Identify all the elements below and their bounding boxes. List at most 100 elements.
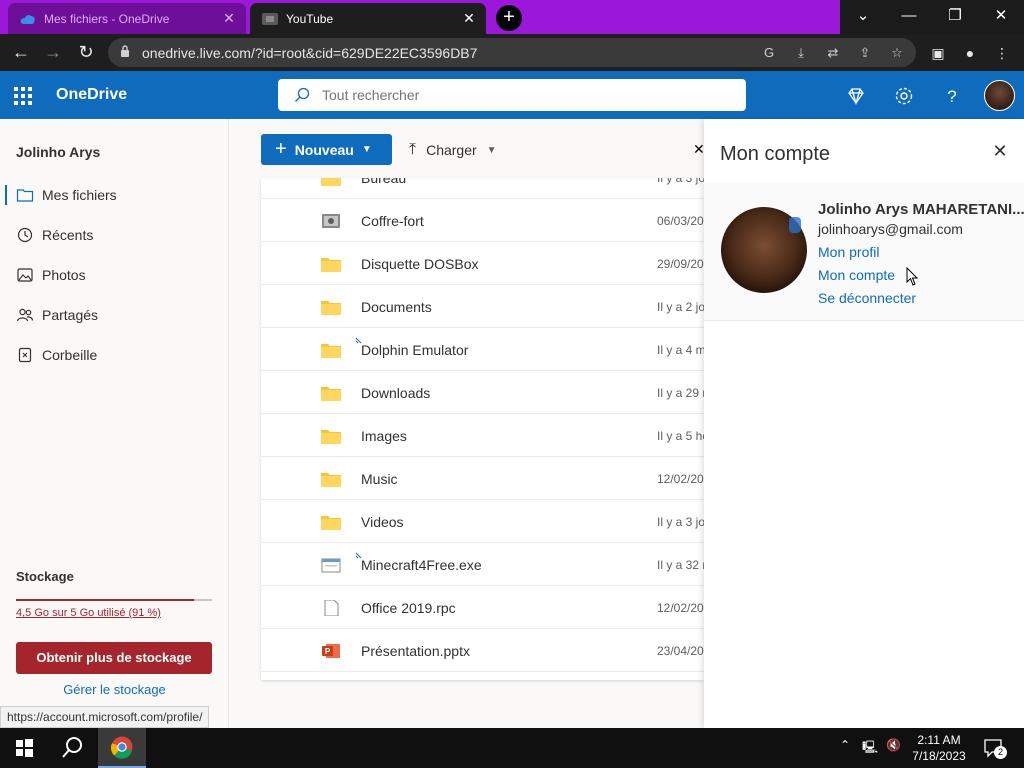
file-name[interactable]: Minecraft4Free.exe — [361, 557, 482, 573]
vault-icon — [322, 214, 340, 228]
chevron-down-icon: ▼ — [361, 144, 372, 155]
file-name[interactable]: Dolphin Emulator — [361, 342, 468, 358]
close-tab-icon[interactable]: ✕ — [218, 10, 240, 27]
install-app-icon[interactable]: ⤓ — [792, 44, 810, 62]
google-lens-icon[interactable]: G — [760, 44, 778, 62]
file-row[interactable]: Office 2019.rpc 12/02/20 — [261, 586, 704, 629]
file-name[interactable]: Images — [361, 428, 407, 444]
chevron-down-icon: ▼ — [486, 144, 497, 156]
file-name[interactable]: Downloads — [361, 385, 430, 401]
file-row[interactable]: Videos Il y a 3 jo — [261, 500, 704, 543]
nav-item-label: Photos — [42, 267, 86, 283]
more-menu-icon[interactable]: ⋮ — [992, 43, 1012, 63]
file-modified: 06/03/20 — [657, 214, 704, 228]
storage-usage-link[interactable]: 4,5 Go sur 5 Go utilisé (91 %) — [16, 607, 161, 619]
file-name[interactable]: Videos — [361, 514, 404, 530]
search-input[interactable] — [322, 85, 722, 105]
my-profile-link[interactable]: Mon profil — [818, 244, 879, 260]
tab-title: Mes fichiers - OneDrive — [44, 11, 170, 26]
application-icon — [321, 558, 341, 573]
nav-item-my-files[interactable]: Mes fichiers — [0, 175, 229, 215]
forward-icon[interactable]: → — [40, 40, 66, 66]
file-name[interactable]: Music — [361, 471, 398, 487]
close-window-button[interactable]: ✕ — [978, 0, 1024, 34]
address-bar[interactable]: onedrive.live.com/?id=root&cid=629DE22EC… — [108, 38, 916, 67]
search-icon — [295, 87, 310, 102]
nav-item-label: Partagés — [42, 307, 99, 323]
command-bar: + Nouveau ▼ ⤒ Charger ▼ ✕ — [229, 119, 705, 178]
people-icon — [16, 308, 34, 322]
nav-item-shared[interactable]: Partagés — [0, 295, 229, 335]
nav-item-recycle-bin[interactable]: Corbeille — [0, 335, 229, 375]
close-tab-icon[interactable]: ✕ — [458, 10, 480, 27]
file-name[interactable]: Présentation.pptx — [361, 643, 470, 659]
file-row[interactable]: P Présentation.pptx 23/04/20 — [261, 629, 704, 672]
folder-icon — [321, 387, 341, 401]
taskbar-clock[interactable]: 2:11 AM 7/18/2023 — [906, 732, 972, 764]
notifications-icon[interactable]: 2 — [982, 736, 1007, 760]
side-panel-icon[interactable]: ▣ — [928, 43, 948, 63]
volume-muted-icon[interactable]: 🔇 — [886, 738, 901, 752]
new-button[interactable]: + Nouveau ▼ — [261, 134, 392, 165]
my-account-link[interactable]: Mon compte — [818, 267, 895, 283]
file-row[interactable]: Music 12/02/20 — [261, 457, 704, 500]
upload-icon: ⤒ — [409, 141, 417, 158]
network-icon[interactable]: 🖳 — [862, 738, 878, 759]
browser-toolbar: ← → ↻ onedrive.live.com/?id=root&cid=629… — [0, 34, 1024, 71]
file-row[interactable]: Dolphin Emulator Il y a 4 m — [261, 328, 704, 371]
file-row[interactable]: Coffre-fort 06/03/20 — [261, 199, 704, 242]
back-icon[interactable]: ← — [8, 40, 34, 66]
share-icon[interactable]: ⇪ — [856, 44, 874, 62]
translate-icon[interactable]: ⇄ — [824, 44, 842, 62]
file-name[interactable]: Coffre-fort — [361, 213, 424, 229]
file-name[interactable]: Disquette DOSBox — [361, 256, 479, 272]
svg-text:?: ? — [947, 87, 956, 106]
bookmark-star-icon[interactable]: ☆ — [888, 44, 906, 62]
file-modified: Il y a 2 jo — [657, 300, 704, 314]
upload-button[interactable]: ⤒ Charger ▼ — [409, 137, 497, 163]
folder-icon — [321, 178, 341, 186]
browser-tab-onedrive[interactable]: Mes fichiers - OneDrive ✕ — [8, 3, 246, 34]
help-icon[interactable]: ? — [941, 85, 963, 107]
file-row[interactable]: Disquette DOSBox 29/09/20 — [261, 242, 704, 285]
minimize-button[interactable]: — — [886, 0, 932, 34]
file-name[interactable]: Office 2019.rpc — [361, 600, 456, 616]
settings-gear-icon[interactable] — [893, 85, 915, 107]
tab-search-icon[interactable]: ⌄ — [840, 0, 886, 34]
file-name[interactable]: Bureau — [361, 178, 406, 186]
file-row[interactable]: Bureau Il y a 3 jo — [261, 178, 704, 199]
taskbar-search-icon[interactable] — [48, 728, 96, 768]
file-row[interactable]: Downloads Il y a 29 r — [261, 371, 704, 414]
close-icon[interactable]: ✕ — [990, 141, 1010, 161]
app-name[interactable]: OneDrive — [56, 86, 127, 104]
sign-out-link[interactable]: Se déconnecter — [818, 290, 916, 306]
file-row[interactable]: Documents Il y a 2 jo — [261, 285, 704, 328]
windows-start-icon[interactable] — [0, 728, 48, 768]
chrome-app-icon[interactable] — [98, 728, 146, 768]
file-row[interactable]: Minecraft4Free.exe Il y a 32 r — [261, 543, 704, 586]
get-more-storage-button[interactable]: Obtenir plus de stockage — [16, 642, 212, 674]
nav-item-photos[interactable]: Photos — [0, 255, 229, 295]
manage-storage-link[interactable]: Gérer le stockage — [0, 682, 229, 697]
account-card: Jolinho Arys MAHARETANI... jolinhoarys@g… — [704, 183, 1024, 321]
browser-tab-strip: Mes fichiers - OneDrive ✕ YouTube ✕ + ⌄ … — [0, 0, 1024, 34]
app-launcher-icon[interactable] — [14, 87, 32, 105]
browser-tab-youtube[interactable]: YouTube ✕ — [250, 3, 486, 34]
reload-icon[interactable]: ↻ — [73, 40, 99, 66]
profile-photo[interactable] — [721, 207, 807, 293]
tray-overflow-icon[interactable]: ⌃ — [840, 738, 850, 752]
restore-button[interactable]: ❐ — [932, 0, 978, 34]
account-avatar[interactable] — [984, 80, 1015, 111]
panel-title: Mon compte — [720, 143, 831, 165]
file-modified: Il y a 4 m — [657, 343, 704, 357]
status-bar-url: https://account.microsoft.com/profile/ — [0, 706, 210, 728]
premium-diamond-icon[interactable] — [845, 85, 867, 107]
file-modified: Il y a 3 jo — [657, 515, 704, 529]
mouse-cursor-icon — [906, 267, 919, 286]
new-tab-button[interactable]: + — [496, 5, 522, 31]
profile-icon[interactable]: ● — [960, 43, 980, 63]
nav-item-recent[interactable]: Récents — [0, 215, 229, 255]
file-row[interactable]: Images Il y a 5 he — [261, 414, 704, 457]
file-name[interactable]: Documents — [361, 299, 432, 315]
search-box[interactable] — [278, 79, 746, 111]
